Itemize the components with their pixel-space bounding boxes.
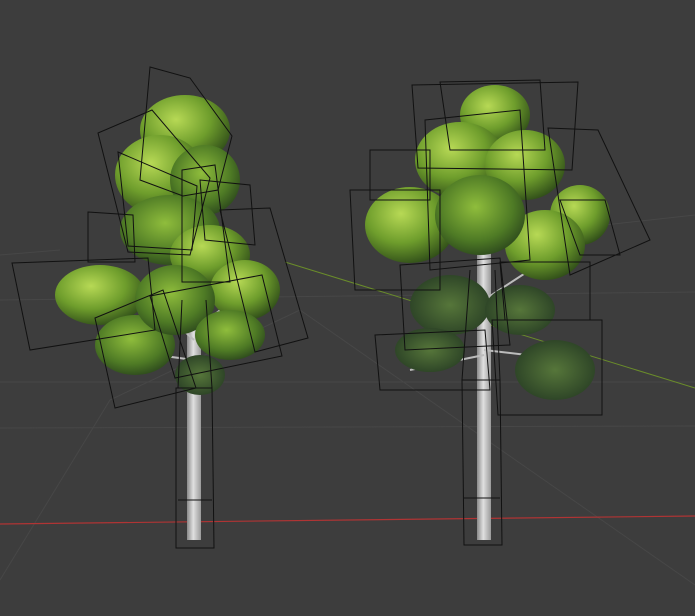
x-axis-line (0, 515, 695, 525)
viewport-canvas[interactable] (0, 0, 695, 616)
tree-left[interactable] (11, 66, 309, 549)
tree-left-foliage (55, 95, 280, 395)
tree-right[interactable] (349, 79, 651, 546)
3d-viewport[interactable] (0, 0, 695, 616)
